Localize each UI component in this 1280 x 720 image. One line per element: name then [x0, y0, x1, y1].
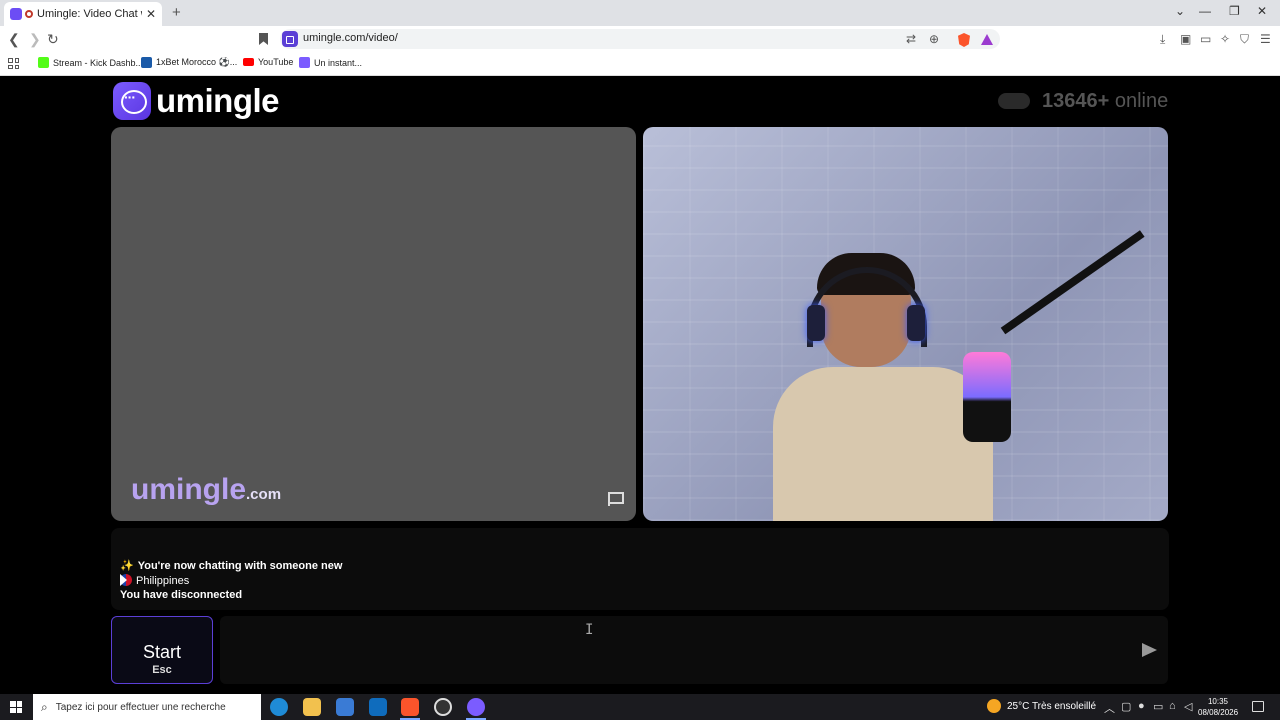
forward-arrow-icon[interactable]: ❯ [29, 31, 41, 48]
stranger-video: umingle.com [111, 127, 636, 521]
online-count: 13646+ [1042, 90, 1110, 112]
leo-ai-icon[interactable]: ✧ [1220, 32, 1230, 46]
1xbet-icon [141, 57, 152, 68]
youtube-icon [243, 58, 254, 66]
new-tab-button[interactable]: + [172, 4, 181, 21]
back-arrow-icon[interactable]: ❮ [8, 31, 20, 48]
recording-indicator-icon [25, 10, 33, 18]
windows-taskbar: ⌕ Tapez ici pour effectuer une recherche… [0, 694, 1280, 720]
tray-chevron-icon[interactable]: ︿ [1104, 700, 1115, 716]
theme-toggle[interactable] [998, 93, 1030, 109]
chat-disconnected-line: You have disconnected [120, 589, 243, 601]
report-flag-icon[interactable] [608, 492, 624, 506]
obs-icon[interactable] [434, 698, 452, 716]
bookmark-umingle[interactable]: Un instant... [299, 57, 362, 68]
translate-icon[interactable]: ⇄ [906, 32, 916, 46]
tab-search-chevron-icon[interactable]: ⌄ [1175, 4, 1185, 18]
chat-log: ✨ You're now chatting with someone new Ph… [111, 528, 1169, 610]
mail-icon[interactable] [369, 698, 387, 716]
bookmark-1xbet[interactable]: 1xBet Morocco ⚽... [141, 57, 237, 68]
umingle-icon [299, 57, 310, 68]
wallet-icon[interactable]: ▭ [1200, 32, 1211, 46]
edge-icon[interactable] [270, 698, 288, 716]
taskbar-search[interactable]: ⌕ Tapez ici pour effectuer une recherche [33, 694, 261, 720]
online-counter: 13646+ online [1042, 90, 1168, 113]
maximize-button[interactable]: ❐ [1229, 4, 1240, 18]
weather-widget[interactable]: 25°C Très ensoleillé [987, 699, 1096, 713]
text-cursor-icon: I [585, 622, 594, 638]
taskbar-clock[interactable]: 10:35 08/08/2026 [1198, 696, 1238, 718]
url-text[interactable]: umingle.com/video/ [303, 32, 398, 44]
bookmark-kick[interactable]: Stream - Kick Dashb... [38, 57, 143, 68]
browser-toolbar: ❮ ❯ ↻ umingle.com/video/ ⇄ ⊕ ⤓ ▣ ▭ ✧ ⛉ ☰ [0, 26, 1280, 53]
chat-country-line: Philippines [120, 574, 189, 587]
vpn-icon[interactable]: ⛉ [1240, 32, 1249, 47]
brave-icon[interactable] [401, 698, 419, 716]
kick-icon [38, 57, 49, 68]
umingle-favicon-icon [10, 8, 22, 20]
online-label: online [1114, 90, 1169, 112]
bookmarks-bar: Stream - Kick Dashb... 1xBet Morocco ⚽..… [0, 53, 1280, 76]
chat-new-partner-line: ✨ You're now chatting with someone new [120, 560, 343, 572]
meet-icon[interactable]: ▢ [1121, 700, 1131, 713]
display-icon[interactable]: ▭ [1153, 700, 1163, 713]
philippines-flag-icon [120, 574, 132, 586]
sun-icon [987, 699, 1001, 713]
self-video [643, 127, 1168, 521]
umingle-watermark: umingle.com [131, 473, 282, 506]
taskbar-search-placeholder: Tapez ici pour effectuer une recherche [55, 701, 226, 713]
start-label: Start [142, 642, 181, 662]
tab-title: Umingle: Video Chat with Str [37, 8, 142, 20]
download-icon[interactable]: ⤓ [1160, 32, 1165, 47]
bookmark-youtube[interactable]: YouTube [243, 57, 293, 67]
store-icon[interactable] [336, 698, 354, 716]
reload-icon[interactable]: ↻ [47, 31, 59, 48]
start-button[interactable]: Start Esc [111, 616, 213, 684]
minimize-button[interactable]: — [1199, 4, 1211, 18]
chat-bubble-logo-icon [113, 82, 151, 120]
site-logo[interactable]: umingle [113, 82, 280, 120]
notification-icon[interactable] [1252, 701, 1264, 712]
umingle-page: umingle 13646+ online umingle.com ✨You'r… [0, 77, 1280, 690]
zoom-icon[interactable]: ⊕ [929, 32, 939, 46]
webcam-person [773, 253, 993, 521]
windows-start-icon[interactable] [10, 701, 22, 713]
mic-arm [1000, 230, 1145, 335]
send-icon[interactable] [1142, 643, 1157, 657]
close-window-button[interactable]: ✕ [1257, 4, 1267, 18]
bookmark-page-icon[interactable] [259, 33, 268, 45]
apps-grid-icon[interactable] [8, 58, 19, 69]
sparkle-icon: ✨ [120, 560, 134, 572]
sidebar-icon[interactable]: ▣ [1180, 32, 1191, 46]
microphone-icon[interactable]: ● [1138, 700, 1145, 712]
address-bar[interactable]: umingle.com/video/ ⇄ ⊕ [280, 29, 1000, 49]
chat-app-icon[interactable] [467, 698, 485, 716]
browser-tab-umingle[interactable]: Umingle: Video Chat with Str ✕ [4, 2, 162, 26]
network-icon[interactable]: ⌂ [1169, 700, 1176, 712]
search-icon: ⌕ [41, 699, 48, 714]
volume-icon[interactable]: ◁ [1184, 700, 1192, 713]
site-info-icon[interactable] [282, 31, 298, 47]
file-explorer-icon[interactable] [303, 698, 321, 716]
browser-tabbar: Umingle: Video Chat with Str ✕ + ⌄ — ❐ ✕ [0, 0, 1280, 26]
rgb-microphone [963, 352, 1011, 442]
menu-icon[interactable]: ☰ [1260, 32, 1271, 46]
message-input[interactable] [220, 616, 1168, 684]
logo-text: umingle [156, 82, 280, 119]
brave-rewards-icon[interactable] [981, 34, 993, 45]
tab-close-icon[interactable]: ✕ [146, 7, 156, 21]
start-shortcut: Esc [152, 664, 172, 676]
